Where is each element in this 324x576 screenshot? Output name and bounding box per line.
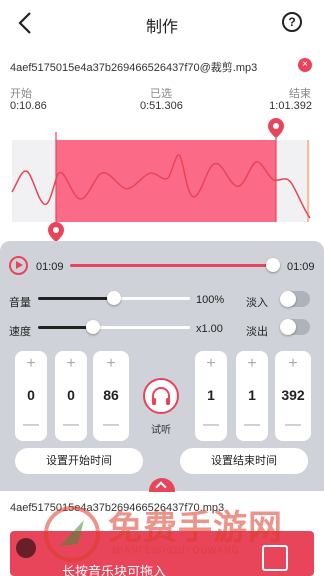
audition-label: 试听 — [151, 425, 171, 436]
decrement-button[interactable]: — — [15, 416, 47, 434]
decrement-button[interactable]: — — [93, 416, 129, 434]
increment-button[interactable]: + — [195, 355, 227, 373]
fade-in-toggle[interactable] — [280, 291, 310, 307]
drag-hint-text: 长按音乐块可拖入 — [62, 564, 167, 576]
start-marker-handle-icon — [48, 222, 64, 242]
file-name: 4aef5175015e4a37b269466526437f70@裁剪.mp3 — [10, 62, 258, 74]
end-seconds-value: 1 — [248, 387, 256, 403]
selected-label: 已选 — [150, 88, 172, 100]
selection-region — [56, 140, 276, 222]
audition-button[interactable] — [143, 378, 179, 414]
start-minutes-value: 0 — [27, 387, 35, 403]
start-minutes-stepper: + 0 — — [15, 351, 47, 441]
decrement-button[interactable]: — — [55, 416, 87, 434]
watermark-text: 免费手游网 — [108, 508, 283, 548]
speed-knob[interactable] — [85, 320, 100, 334]
volume-fill — [38, 297, 114, 300]
set-end-time-button[interactable]: 设置结束时间 — [180, 448, 308, 474]
start-label: 开始 — [10, 88, 32, 100]
increment-button[interactable]: + — [15, 355, 47, 373]
start-millis-value: 86 — [103, 387, 119, 403]
help-icon[interactable]: ? — [282, 12, 302, 32]
end-millis-stepper: + 392 — — [275, 351, 311, 441]
headphones-icon — [152, 387, 170, 405]
playback-progress-bar[interactable] — [70, 264, 276, 267]
end-marker-handle-icon — [268, 118, 284, 138]
increment-button[interactable]: + — [236, 355, 268, 373]
page-title: 制作 — [145, 19, 178, 36]
speed-value: x1.00 — [196, 323, 223, 335]
fade-in-label: 淡入 — [246, 297, 268, 309]
start-seconds-stepper: + 0 — — [55, 351, 87, 441]
decrement-button[interactable]: — — [275, 416, 311, 434]
waveform-editor[interactable] — [0, 112, 324, 244]
set-start-time-button[interactable]: 设置开始时间 — [15, 448, 143, 474]
volume-label: 音量 — [9, 297, 31, 309]
end-seconds-stepper: + 1 — — [236, 351, 268, 441]
selected-duration: 0:51.306 — [140, 100, 183, 112]
increment-button[interactable]: + — [55, 355, 87, 373]
total-time: 01:09 — [287, 261, 315, 273]
speed-label: 速度 — [9, 326, 31, 338]
current-time: 01:09 — [36, 261, 64, 273]
end-minutes-value: 1 — [207, 387, 215, 403]
decrement-button[interactable]: — — [195, 416, 227, 434]
fade-out-toggle[interactable] — [280, 319, 310, 335]
header-bar: 制作 ? — [0, 0, 324, 46]
fade-out-label: 淡出 — [246, 326, 268, 338]
start-millis-stepper: + 86 — — [93, 351, 129, 441]
end-minutes-stepper: + 1 — — [195, 351, 227, 441]
start-time: 0:10.86 — [10, 100, 47, 112]
decrement-button[interactable]: — — [236, 416, 268, 434]
volume-knob[interactable] — [107, 291, 121, 305]
play-icon[interactable] — [9, 256, 28, 275]
speed-fill — [38, 326, 93, 329]
increment-button[interactable]: + — [275, 355, 311, 373]
start-seconds-value: 0 — [67, 387, 75, 403]
playback-knob[interactable] — [266, 258, 280, 272]
end-time: 1:01.392 — [269, 100, 312, 112]
watermark-subtext: MIANFEISHOUYOUWANG — [112, 545, 240, 555]
end-millis-value: 392 — [281, 387, 305, 403]
increment-button[interactable]: + — [93, 355, 129, 373]
clear-file-button[interactable]: × — [298, 58, 312, 72]
end-label: 结束 — [289, 88, 311, 100]
volume-value: 100% — [196, 294, 225, 306]
